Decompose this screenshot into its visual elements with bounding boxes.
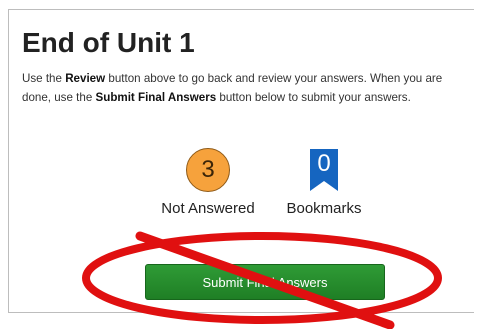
instructions-submit-label: Submit Final Answers [95,91,217,104]
not-answered-label: Not Answered [161,200,255,217]
instructions-review-label: Review [65,72,106,85]
submit-final-answers-button[interactable]: Submit Final Answers [145,264,385,300]
page-title: End of Unit 1 [22,27,195,58]
instructions-part-1: Use the [22,72,66,85]
bookmark-icon[interactable]: 0 [309,148,339,192]
instructions-part-3: button below to submit your answers. [216,91,411,104]
bookmarks-count: 0 [317,150,331,177]
bookmarks-summary[interactable]: 0 Bookmarks [264,148,384,217]
not-answered-count-badge[interactable]: 3 [186,148,230,192]
not-answered-count: 3 [201,156,215,183]
instructions-text: Use the Review button above to go back a… [22,69,470,107]
not-answered-summary[interactable]: 3 Not Answered [148,148,268,217]
bookmarks-label: Bookmarks [286,200,362,217]
